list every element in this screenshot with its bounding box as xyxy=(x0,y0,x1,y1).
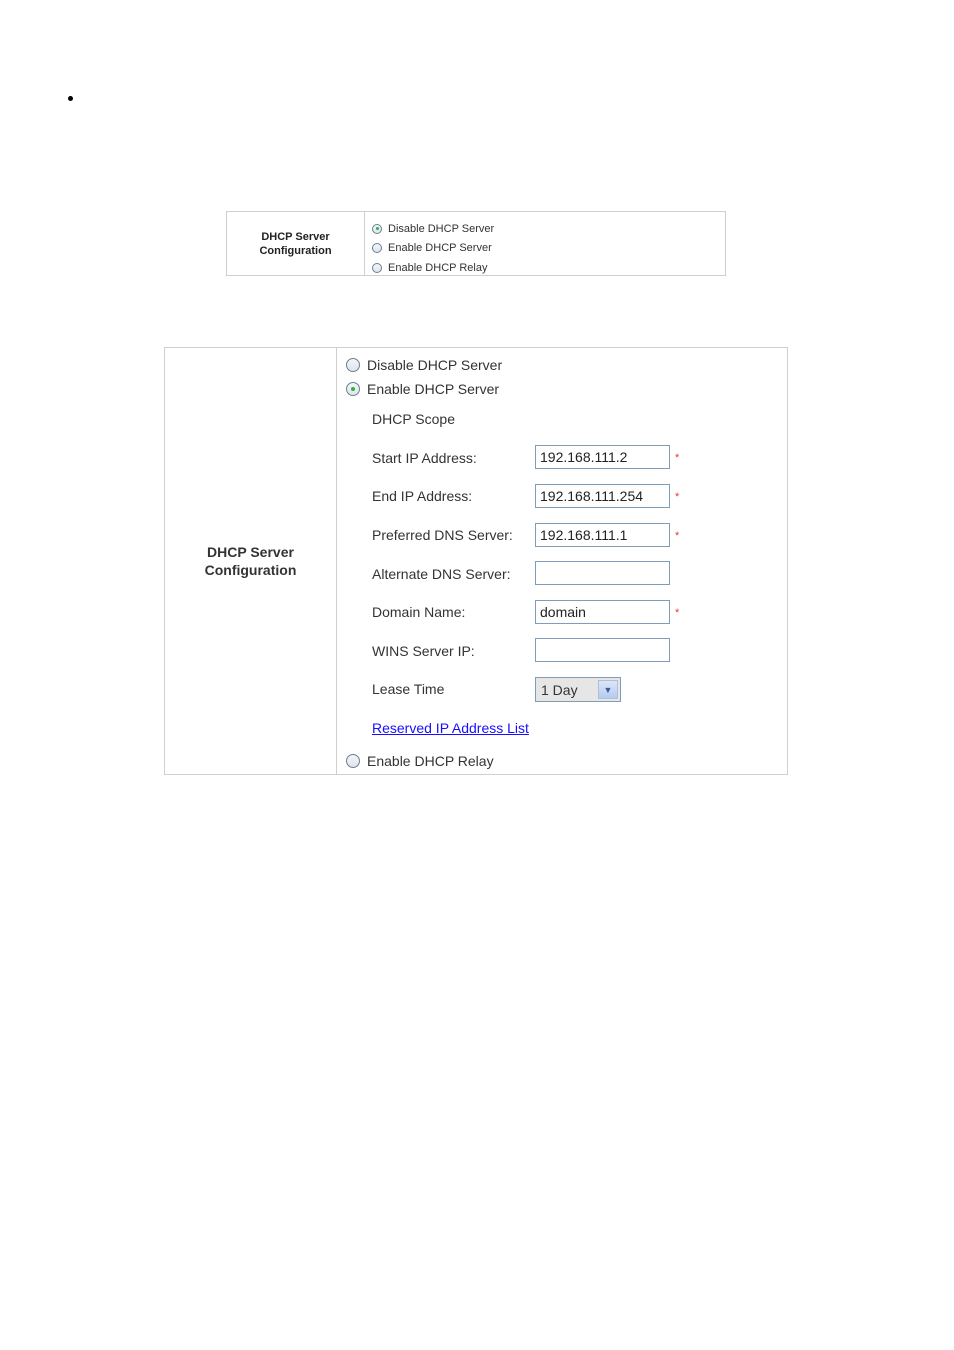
radio-enable-dhcp-server[interactable]: Enable DHCP Server xyxy=(346,381,499,397)
bullet-point xyxy=(68,96,73,101)
lease-time-label: Lease Time xyxy=(372,681,445,697)
dhcp-config-label: DHCP Server Configuration xyxy=(165,348,337,774)
wins-server-label: WINS Server IP: xyxy=(372,643,475,659)
radio-label: Disable DHCP Server xyxy=(388,222,495,235)
start-ip-input[interactable] xyxy=(535,445,670,469)
alternate-dns-label: Alternate DNS Server: xyxy=(372,566,511,582)
required-marker: * xyxy=(675,607,680,619)
radio-enable-dhcp-relay[interactable]: Enable DHCP Relay xyxy=(372,258,494,278)
label-line2: Configuration xyxy=(204,562,297,578)
radio-disable-dhcp-server[interactable]: Disable DHCP Server xyxy=(346,357,502,373)
radio-enable-dhcp-relay[interactable]: Enable DHCP Relay xyxy=(346,753,494,769)
radio-enable-dhcp-server[interactable]: Enable DHCP Server xyxy=(372,239,494,259)
required-marker: * xyxy=(675,491,680,503)
label-line2: Configuration xyxy=(259,244,332,257)
radio-label: Enable DHCP Server xyxy=(367,381,500,397)
label-line1: DHCP Server xyxy=(261,230,330,243)
required-marker: * xyxy=(675,452,680,464)
radio-label: Enable DHCP Relay xyxy=(388,261,488,274)
lease-time-value: 1 Day xyxy=(541,681,578,698)
radio-icon[interactable] xyxy=(372,243,382,254)
lease-time-select[interactable]: 1 Day ▼ xyxy=(535,677,621,702)
preferred-dns-label: Preferred DNS Server: xyxy=(372,527,513,543)
radio-icon[interactable] xyxy=(346,358,360,372)
dhcp-config-label: DHCP Server Configuration xyxy=(227,212,365,275)
preferred-dns-input[interactable] xyxy=(535,523,670,547)
end-ip-input[interactable] xyxy=(535,484,670,508)
chevron-down-icon[interactable]: ▼ xyxy=(598,680,618,699)
radio-label: Enable DHCP Server xyxy=(388,242,492,255)
radio-selected-icon[interactable] xyxy=(346,382,360,396)
reserved-ip-list-link[interactable]: Reserved IP Address List xyxy=(372,720,529,736)
domain-name-input[interactable] xyxy=(535,600,670,624)
radio-icon[interactable] xyxy=(346,754,360,768)
domain-name-label: Domain Name: xyxy=(372,604,466,620)
radio-icon[interactable] xyxy=(372,262,382,273)
dhcp-scope-title: DHCP Scope xyxy=(372,411,456,427)
start-ip-label: Start IP Address: xyxy=(372,450,477,466)
end-ip-label: End IP Address: xyxy=(372,488,473,504)
required-marker: * xyxy=(675,530,680,542)
dhcp-config-table-small: DHCP Server Configuration Disable DHCP Se… xyxy=(226,211,726,276)
dhcp-config-table-large: DHCP Server Configuration Disable DHCP Se… xyxy=(164,347,788,775)
radio-disable-dhcp-server[interactable]: Disable DHCP Server xyxy=(372,219,494,239)
alternate-dns-input[interactable] xyxy=(535,561,670,585)
radio-label: Enable DHCP Relay xyxy=(367,753,494,769)
label-line1: DHCP Server xyxy=(207,544,294,560)
radio-label: Disable DHCP Server xyxy=(367,357,503,373)
wins-server-input[interactable] xyxy=(535,638,670,662)
radio-selected-icon[interactable] xyxy=(372,223,382,234)
